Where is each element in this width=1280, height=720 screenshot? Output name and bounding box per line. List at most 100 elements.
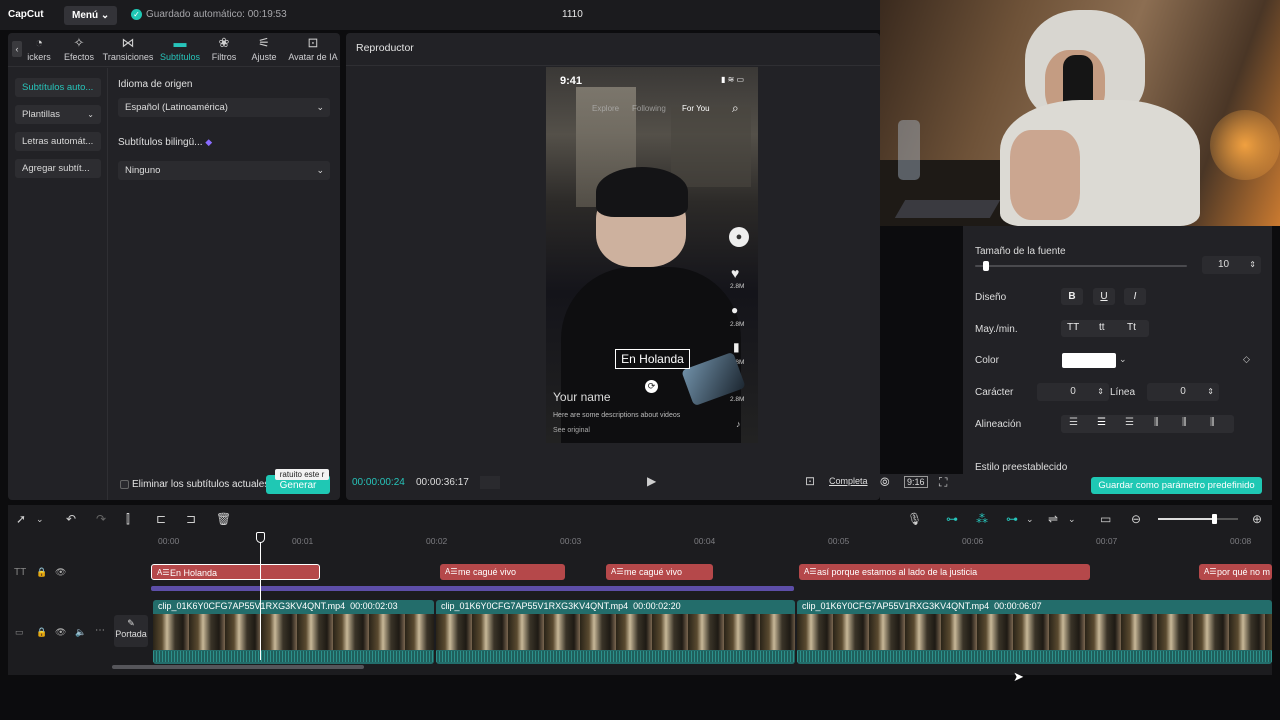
tab-ai-avatar[interactable]: ⊡ Avatar de IA bbox=[286, 36, 340, 63]
video-clip[interactable]: clip_01K6Y0CFG7AP55V1RXG3KV4QNT.mp4 00:0… bbox=[153, 600, 434, 664]
auto-snap-icon[interactable]: ⁂ bbox=[976, 512, 988, 526]
tab-effects[interactable]: ✧ Efectos bbox=[56, 36, 102, 63]
phone-tab-foryou: For You bbox=[682, 104, 710, 113]
text-clip[interactable]: A☰ me cagué vivo bbox=[440, 564, 565, 580]
subnav-auto-captions[interactable]: Subtítulos auto... bbox=[15, 78, 101, 97]
cover-button[interactable]: ✎ Portada bbox=[114, 615, 148, 647]
zoom-in-icon[interactable]: ⊕ bbox=[1252, 512, 1262, 526]
text-clip-selected[interactable]: A☰ En Holanda bbox=[151, 564, 320, 580]
tab-adjust[interactable]: ⚟ Ajuste bbox=[241, 36, 287, 63]
tab-subtitles[interactable]: ▬ Subtítulos bbox=[157, 36, 203, 63]
align-bottom-icon[interactable]: ⫼ bbox=[1210, 417, 1215, 428]
stepper-icon[interactable]: ⇕ bbox=[1097, 383, 1104, 401]
character-input[interactable]: 0 ⇕ bbox=[1037, 383, 1109, 401]
case-lower-button[interactable]: tt bbox=[1099, 322, 1105, 333]
align-middle-icon[interactable]: ⫼ bbox=[1182, 417, 1187, 428]
select-tool-icon[interactable]: ➚ bbox=[16, 512, 26, 526]
phone-tab-following: Following bbox=[632, 104, 666, 113]
mouse-cursor-icon: ➤ bbox=[1013, 669, 1024, 684]
line-input[interactable]: 0 ⇕ bbox=[1147, 383, 1219, 401]
project-title[interactable]: 1110 bbox=[562, 9, 583, 20]
chevron-down-icon[interactable]: ⌄ bbox=[1026, 514, 1034, 525]
source-language-select[interactable]: Español (Latinoamérica) ⌄ bbox=[118, 98, 330, 117]
tab-transitions[interactable]: ⋈ Transiciones bbox=[102, 36, 154, 63]
font-size-slider[interactable] bbox=[975, 261, 1187, 271]
lock-icon[interactable]: 🔒 bbox=[36, 627, 47, 638]
stepper-icon[interactable]: ⇕ bbox=[1207, 383, 1214, 401]
remove-captions-checkbox[interactable] bbox=[120, 480, 129, 489]
autosave-text: Guardado automático: 00:19:53 bbox=[146, 9, 287, 20]
effect-track-bar[interactable] bbox=[151, 586, 794, 591]
microphone-icon[interactable]: 🎙 bbox=[907, 512, 922, 526]
keyframe-icon[interactable]: ◇ bbox=[1243, 354, 1250, 365]
caption-text-box[interactable]: En Holanda bbox=[615, 349, 690, 369]
chevron-down-icon[interactable]: ⌄ bbox=[1068, 514, 1076, 525]
subnav-add-subtitle[interactable]: Agregar subtít... bbox=[15, 159, 101, 178]
case-title-button[interactable]: Tt bbox=[1127, 322, 1136, 333]
phone-description: Here are some descriptions about videos bbox=[553, 412, 681, 419]
preset-style-label: Estilo preestablecido bbox=[975, 462, 1068, 473]
align-right-icon[interactable]: ☰ bbox=[1125, 417, 1134, 428]
text-clip[interactable]: A☰ por qué no m bbox=[1199, 564, 1272, 580]
source-language-label: Idioma de origen bbox=[118, 79, 193, 90]
case-upper-button[interactable]: TT bbox=[1067, 322, 1079, 333]
font-size-input[interactable]: 10 ⇕ bbox=[1202, 256, 1261, 274]
stepper-icon[interactable]: ⇕ bbox=[1249, 256, 1256, 274]
menu-button[interactable]: Menú ⌄ bbox=[64, 6, 118, 25]
align-left-icon[interactable]: ☰ bbox=[1069, 417, 1078, 428]
subnav-templates[interactable]: Plantillas ⌄ bbox=[15, 105, 101, 124]
save-preset-button[interactable]: Guardar como parámetro predefinido bbox=[1091, 477, 1262, 494]
split-icon[interactable]: ⫿ bbox=[126, 512, 130, 527]
playhead-handle[interactable] bbox=[256, 532, 265, 543]
video-preview[interactable]: 9:41 ▮ ≋ ▭ Explore Following For You ⌕ ●… bbox=[546, 67, 758, 443]
play-icon[interactable]: ▶ bbox=[647, 474, 656, 488]
more-icon[interactable]: ⋯ bbox=[95, 625, 105, 636]
bilingual-select[interactable]: Ninguno ⌄ bbox=[118, 161, 330, 180]
check-icon: ✓ bbox=[131, 9, 142, 20]
fullscreen-icon[interactable]: ⛶ bbox=[939, 475, 947, 490]
underline-button[interactable]: U bbox=[1093, 288, 1115, 305]
link-icon[interactable]: ⊶ bbox=[1006, 512, 1018, 526]
bold-button[interactable]: B bbox=[1061, 288, 1083, 305]
text-clip[interactable]: A☰ así porque estamos al lado de la justi… bbox=[799, 564, 1090, 580]
redo-icon[interactable]: ↷ bbox=[96, 512, 106, 526]
full-quality-button[interactable]: Completa bbox=[829, 476, 868, 486]
share-count: 2.8M bbox=[730, 396, 745, 403]
trim-left-icon[interactable]: ⊏ bbox=[156, 512, 166, 526]
menu-label: Menú bbox=[72, 10, 99, 21]
adjust-preview-icon[interactable]: ⊡ bbox=[805, 474, 815, 488]
video-clip[interactable]: clip_01K6Y0CFG7AP55V1RXG3KV4QNT.mp4 00:0… bbox=[797, 600, 1272, 664]
zoom-thumb[interactable] bbox=[1212, 514, 1217, 524]
italic-button[interactable]: I bbox=[1124, 288, 1146, 305]
subnav-auto-lyrics[interactable]: Letras automát... bbox=[15, 132, 101, 151]
magnet-icon[interactable]: ⊶ bbox=[946, 512, 958, 526]
zoom-slider[interactable] bbox=[1158, 514, 1238, 524]
lock-icon[interactable]: 🔒 bbox=[36, 567, 47, 578]
slider-thumb[interactable] bbox=[982, 261, 989, 271]
rotate-handle-icon[interactable]: ⟳ bbox=[645, 380, 658, 393]
undo-icon[interactable]: ↶ bbox=[66, 512, 76, 526]
trim-right-icon[interactable]: ⊐ bbox=[186, 512, 196, 526]
chevron-down-icon[interactable]: ⌄ bbox=[1119, 354, 1127, 365]
eye-icon[interactable]: 👁 bbox=[55, 567, 66, 578]
horizontal-scrollbar[interactable] bbox=[112, 665, 364, 669]
audio-waveform bbox=[436, 651, 795, 662]
align-top-icon[interactable]: ⫼ bbox=[1154, 417, 1159, 428]
playhead[interactable] bbox=[260, 532, 261, 660]
delete-icon[interactable]: 🗑 bbox=[216, 512, 231, 526]
focus-icon[interactable]: ⦾ bbox=[880, 475, 890, 490]
zoom-out-icon[interactable]: ⊖ bbox=[1131, 512, 1141, 526]
preview-axis-icon[interactable]: ⇌ bbox=[1048, 512, 1058, 526]
aspect-ratio-button[interactable]: 9:16 bbox=[904, 476, 928, 488]
case-label: May./min. bbox=[975, 324, 1018, 335]
speaker-icon[interactable]: 🔈 bbox=[75, 627, 86, 638]
align-center-icon[interactable]: ☰ bbox=[1097, 417, 1106, 428]
screen-icon[interactable]: ▭ bbox=[1100, 512, 1111, 526]
eye-icon[interactable]: 👁 bbox=[55, 627, 66, 638]
text-clip-icon: A☰ bbox=[1204, 567, 1217, 576]
color-swatch[interactable] bbox=[1062, 353, 1116, 368]
player-controls-extension: ⦾ 9:16 ⛶ bbox=[880, 474, 963, 500]
video-clip[interactable]: clip_01K6Y0CFG7AP55V1RXG3KV4QNT.mp4 00:0… bbox=[436, 600, 795, 664]
chevron-down-icon[interactable]: ⌄ bbox=[36, 514, 44, 525]
text-clip[interactable]: A☰ me cagué vivo bbox=[606, 564, 713, 580]
